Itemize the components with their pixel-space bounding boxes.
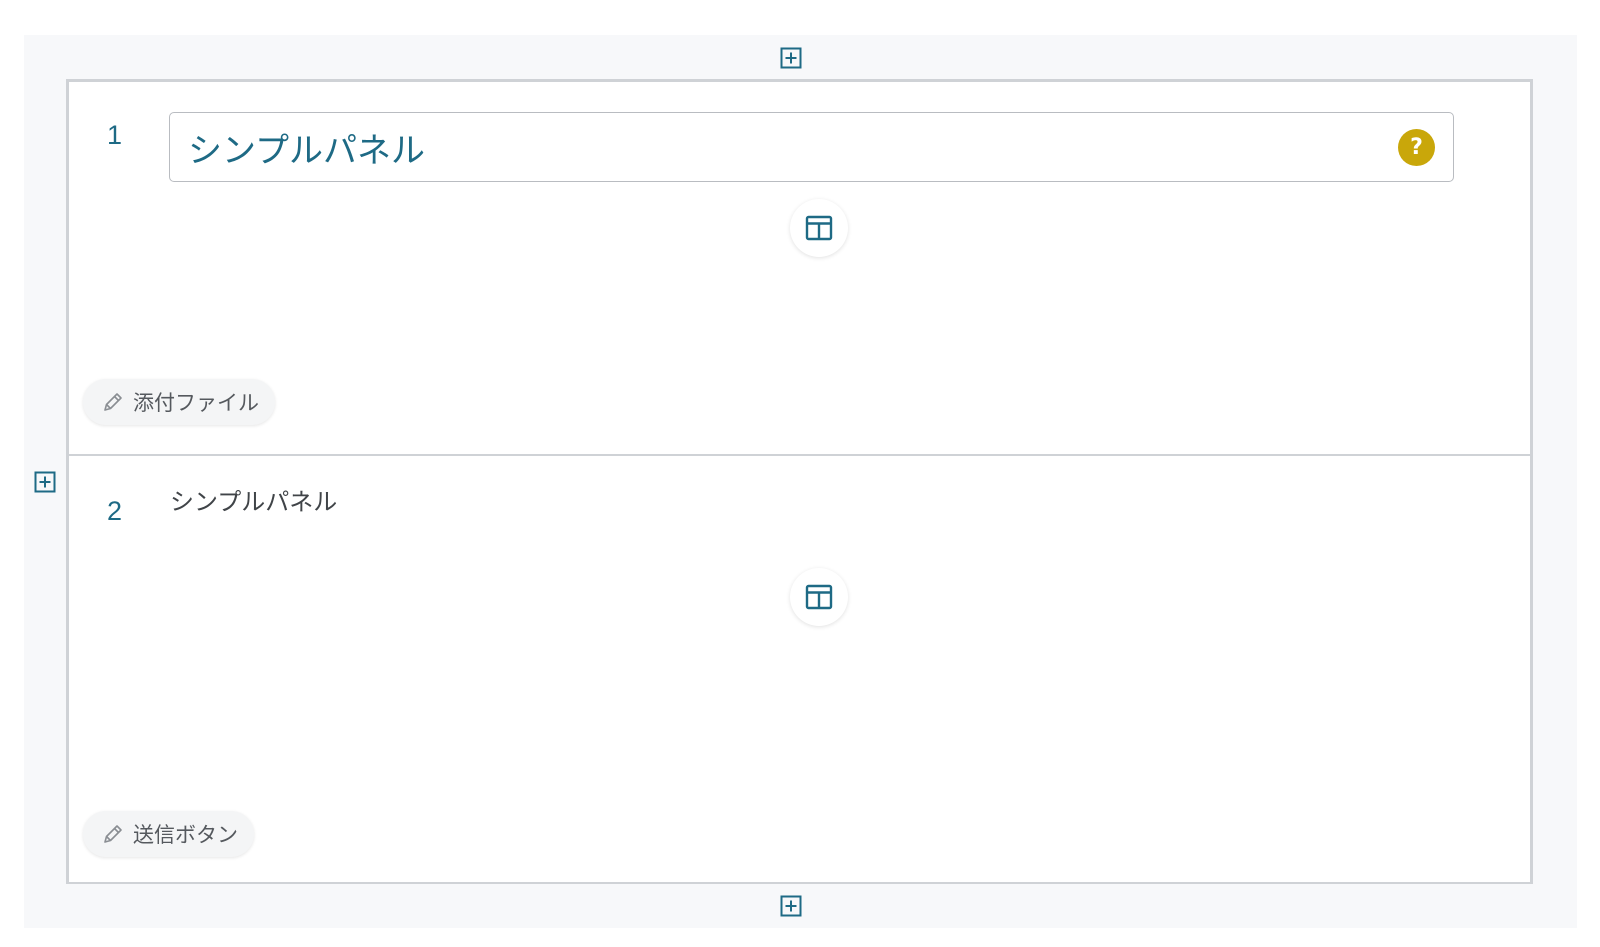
- panel-number: 1: [107, 120, 123, 150]
- help-icon[interactable]: ?: [1398, 129, 1435, 166]
- panel-title-input[interactable]: シンプルパネル ?: [169, 112, 1454, 182]
- panel-title-value: シンプルパネル: [188, 130, 425, 171]
- layout-icon: [805, 215, 833, 241]
- pencil-icon: [101, 822, 125, 846]
- submit-button-edit-button[interactable]: 送信ボタン: [83, 811, 254, 857]
- panel-2[interactable]: 2 シンプルパネル 送信ボタン: [69, 456, 1530, 882]
- submit-button-label: 送信ボタン: [133, 823, 238, 847]
- layout-button[interactable]: [790, 568, 848, 626]
- panel-container: 1 シンプルパネル ? 添付ファイル 2 シンプルパネル 送信ボタン: [66, 79, 1533, 884]
- layout-icon: [805, 584, 833, 610]
- pencil-icon: [101, 390, 125, 414]
- attachment-edit-button[interactable]: 添付ファイル: [83, 379, 275, 425]
- panel-number: 2: [107, 496, 123, 526]
- add-panel-below-icon[interactable]: [780, 895, 802, 917]
- add-panel-above-icon[interactable]: [780, 47, 802, 69]
- panel-1[interactable]: 1 シンプルパネル ? 添付ファイル: [69, 82, 1530, 457]
- attachment-label: 添付ファイル: [133, 391, 259, 415]
- panel-title[interactable]: シンプルパネル: [170, 482, 337, 517]
- add-panel-left-icon[interactable]: [34, 471, 56, 493]
- layout-button[interactable]: [790, 199, 848, 257]
